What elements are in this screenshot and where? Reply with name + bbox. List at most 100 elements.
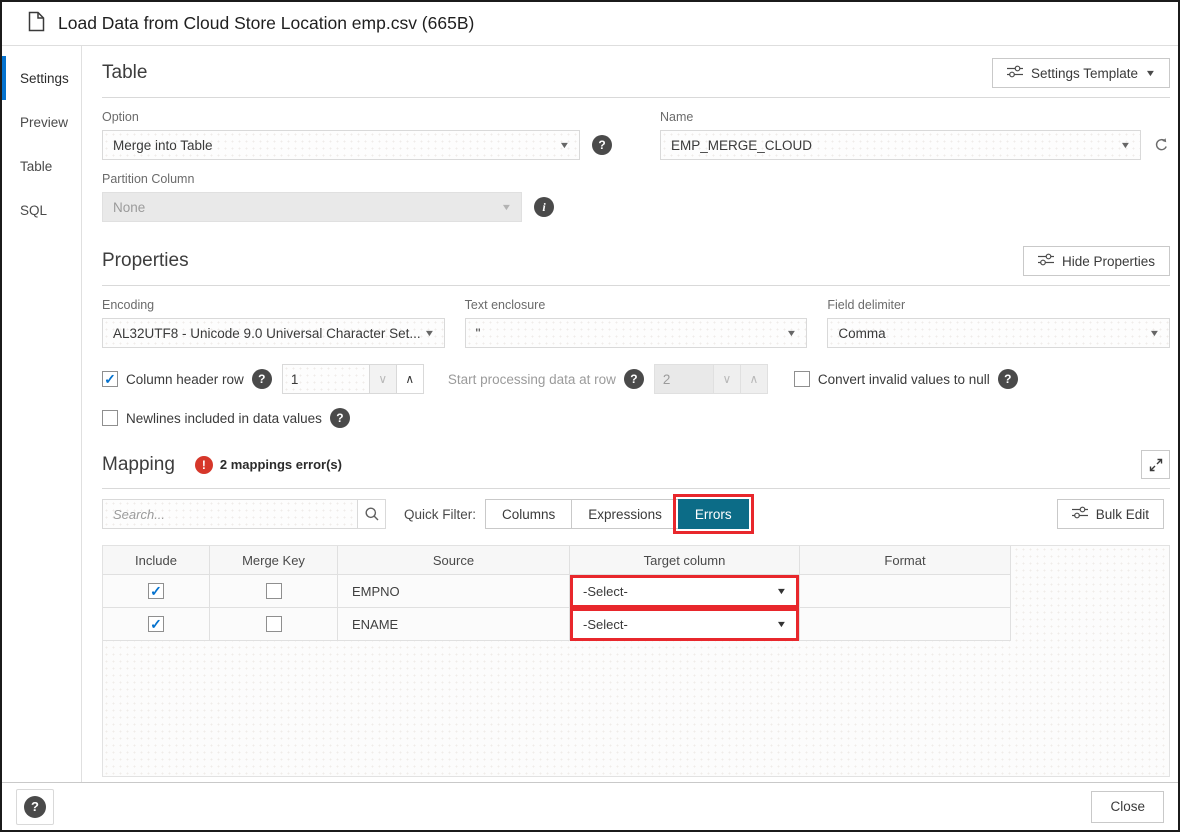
chevron-down-icon: ∨ [713,364,741,394]
help-button[interactable]: ? [16,789,54,825]
partition-select: None ▼ [102,192,522,222]
column-header-row-help-icon[interactable]: ? [252,369,272,389]
caret-down-icon: ▼ [786,328,798,338]
sidebar-item-preview[interactable]: Preview [2,100,81,144]
search-input[interactable] [102,499,358,529]
sidebar-item-sql[interactable]: SQL [2,188,81,232]
newlines-checkbox[interactable] [102,410,118,426]
mapping-error-summary: ! 2 mappings error(s) [195,456,342,474]
check-icon: ✓ [104,372,116,386]
table-section-header: Table Settings Template ▼ [102,58,1170,98]
target-column-select[interactable]: -Select- ▼ [572,577,797,606]
search-box [102,499,386,529]
caret-down-icon: ▼ [1120,140,1132,150]
partition-label: Partition Column [102,172,554,186]
sidebar-item-settings[interactable]: Settings [2,56,81,100]
target-column-value: -Select- [583,617,628,632]
sliders-icon [1007,65,1023,81]
include-checkbox[interactable]: ✓ [148,583,164,599]
chevron-up-icon[interactable]: ∧ [396,364,424,394]
name-select[interactable]: EMP_MERGE_CLOUD ▼ [660,130,1141,160]
expand-icon[interactable] [1141,450,1170,479]
encoding-value: AL32UTF8 - Unicode 9.0 Universal Charact… [113,326,421,341]
document-icon [28,11,45,37]
dialog-footer: ? Close [2,782,1178,830]
text-enclosure-label: Text enclosure [465,298,808,312]
sidebar-item-table[interactable]: Table [2,144,81,188]
sidebar: Settings Preview Table SQL [2,46,82,782]
start-processing-help-icon[interactable]: ? [624,369,644,389]
quick-filter-group: Columns Expressions Errors [486,499,749,529]
source-cell: ENAME [338,608,570,641]
quick-filter-label: Quick Filter: [404,507,476,522]
hide-properties-label: Hide Properties [1062,254,1155,269]
caret-down-icon: ▼ [776,619,788,629]
settings-template-label: Settings Template [1031,66,1138,81]
newlines-row: Newlines included in data values ? [102,408,1170,428]
option-select[interactable]: Merge into Table ▼ [102,130,580,160]
settings-panel: Table Settings Template ▼ Option Merge i… [82,46,1178,782]
dialog-title: Load Data from Cloud Store Location emp.… [58,13,474,34]
chevron-up-icon: ∧ [740,364,768,394]
check-icon: ✓ [150,617,162,631]
mapping-error-text: 2 mappings error(s) [220,457,342,472]
target-column-select[interactable]: -Select- ▼ [572,610,797,639]
sidebar-item-label: Settings [20,71,69,86]
name-value: EMP_MERGE_CLOUD [671,138,812,153]
bulk-edit-button[interactable]: Bulk Edit [1057,499,1164,529]
column-header-row-spinner: ∨ ∧ [282,364,424,394]
properties-section-header: Properties Hide Properties [102,246,1170,286]
convert-invalid-checkbox[interactable] [794,371,810,387]
text-enclosure-value: " [476,326,481,341]
help-icon: ? [24,796,46,818]
merge-key-checkbox[interactable] [266,583,282,599]
refresh-icon[interactable] [1153,137,1170,154]
column-header-target-column: Target column [570,546,800,575]
target-column-value: -Select- [583,584,628,599]
bulk-edit-label: Bulk Edit [1096,507,1149,522]
sliders-icon [1038,253,1054,269]
sidebar-item-label: SQL [20,203,47,218]
filter-expressions-button[interactable]: Expressions [571,499,679,529]
option-help-icon[interactable]: ? [592,135,612,155]
field-delimiter-value: Comma [838,326,885,341]
convert-invalid-help-icon[interactable]: ? [998,369,1018,389]
partition-info-icon[interactable]: i [534,197,554,217]
column-header-row-checkbox[interactable]: ✓ [102,371,118,387]
field-delimiter-label: Field delimiter [827,298,1170,312]
filter-columns-button[interactable]: Columns [485,499,572,529]
caret-down-icon: ▼ [776,586,788,596]
filter-errors-button[interactable]: Errors [678,499,749,529]
include-checkbox[interactable]: ✓ [148,616,164,632]
newlines-label: Newlines included in data values [126,411,322,426]
convert-invalid-label: Convert invalid values to null [818,372,990,387]
properties-section-heading: Properties [102,250,189,272]
newlines-help-icon[interactable]: ? [330,408,350,428]
settings-template-button[interactable]: Settings Template ▼ [992,58,1170,88]
chevron-down-icon[interactable]: ∨ [369,364,397,394]
search-icon[interactable] [357,499,386,529]
caret-down-icon: ▼ [423,328,435,338]
merge-key-checkbox[interactable] [266,616,282,632]
caret-down-icon: ▼ [1149,328,1161,338]
mapping-section-header: Mapping ! 2 mappings error(s) [102,450,1170,489]
column-header-row-input[interactable] [282,364,370,394]
start-processing-input [654,364,714,394]
sidebar-item-label: Table [20,159,52,174]
field-delimiter-select[interactable]: Comma ▼ [827,318,1170,348]
properties-fields-row: Encoding AL32UTF8 - Unicode 9.0 Universa… [102,286,1170,348]
close-button[interactable]: Close [1091,791,1164,823]
text-enclosure-select[interactable]: " ▼ [465,318,808,348]
properties-options-row: ✓ Column header row ? ∨ ∧ Start processi… [102,364,1170,394]
grid-header-row: Include Merge Key Source Target column F… [103,546,1011,575]
hide-properties-button[interactable]: Hide Properties [1023,246,1170,276]
caret-down-icon: ▼ [1145,68,1157,78]
encoding-select[interactable]: AL32UTF8 - Unicode 9.0 Universal Charact… [102,318,445,348]
format-cell [800,575,1011,608]
column-header-row-label: Column header row [126,372,244,387]
option-value: Merge into Table [113,138,213,153]
format-cell [800,608,1011,641]
mapping-toolbar: Quick Filter: Columns Expressions Errors… [102,499,1170,529]
error-icon: ! [195,456,213,474]
column-header-merge-key: Merge Key [210,546,338,575]
